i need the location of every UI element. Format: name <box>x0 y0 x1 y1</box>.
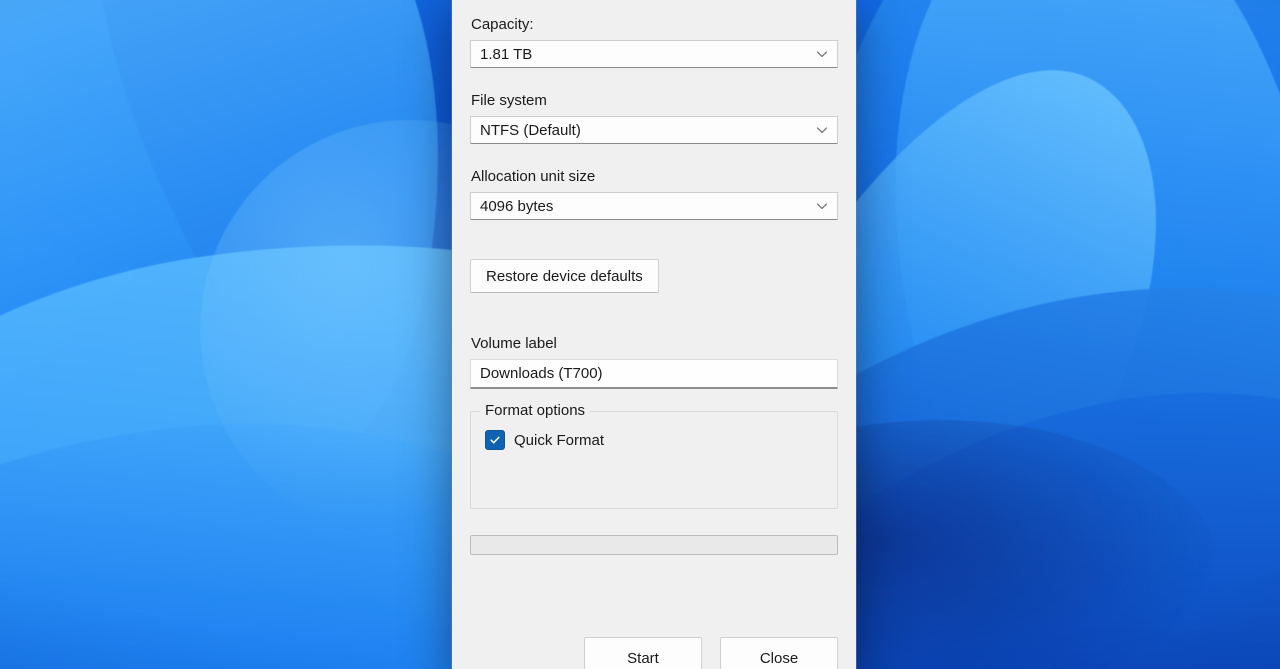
dialog-top-spacer <box>470 0 838 16</box>
file-system-value: NTFS (Default) <box>480 122 581 139</box>
format-options-group: Format options Quick Format <box>470 411 838 509</box>
capacity-label: Capacity: <box>470 16 838 34</box>
file-system-dropdown[interactable]: NTFS (Default) <box>470 116 838 144</box>
chevron-down-icon <box>816 48 828 60</box>
chevron-down-icon <box>816 124 828 136</box>
format-options-title: Format options <box>480 402 590 420</box>
file-system-label: File system <box>470 92 838 110</box>
gap-restore-volume <box>470 293 838 335</box>
format-dialog: Capacity: 1.81 TB File system NTFS (Defa… <box>452 0 856 669</box>
capacity-dropdown[interactable]: 1.81 TB <box>470 40 838 68</box>
allocation-unit-size-dropdown[interactable]: 4096 bytes <box>470 192 838 220</box>
dialog-button-row: Start Close <box>470 637 838 669</box>
progress-bar <box>470 535 838 555</box>
allocation-unit-size-value: 4096 bytes <box>480 198 553 215</box>
quick-format-checkbox[interactable] <box>485 430 505 450</box>
close-button[interactable]: Close <box>720 637 838 669</box>
quick-format-row[interactable]: Quick Format <box>483 430 825 450</box>
restore-device-defaults-button[interactable]: Restore device defaults <box>470 259 659 293</box>
quick-format-label: Quick Format <box>514 432 604 449</box>
volume-label-value: Downloads (T700) <box>480 365 603 382</box>
volume-label-input[interactable]: Downloads (T700) <box>470 359 838 389</box>
gap-allocation-restore <box>470 220 838 259</box>
allocation-unit-size-label: Allocation unit size <box>470 168 838 186</box>
capacity-value: 1.81 TB <box>480 46 532 63</box>
start-button[interactable]: Start <box>584 637 702 669</box>
gap-capacity-filesystem <box>470 68 838 92</box>
gap-filesystem-allocation <box>470 144 838 168</box>
chevron-down-icon <box>816 200 828 212</box>
volume-label-label: Volume label <box>470 335 838 353</box>
screen: Capacity: 1.81 TB File system NTFS (Defa… <box>0 0 1280 669</box>
